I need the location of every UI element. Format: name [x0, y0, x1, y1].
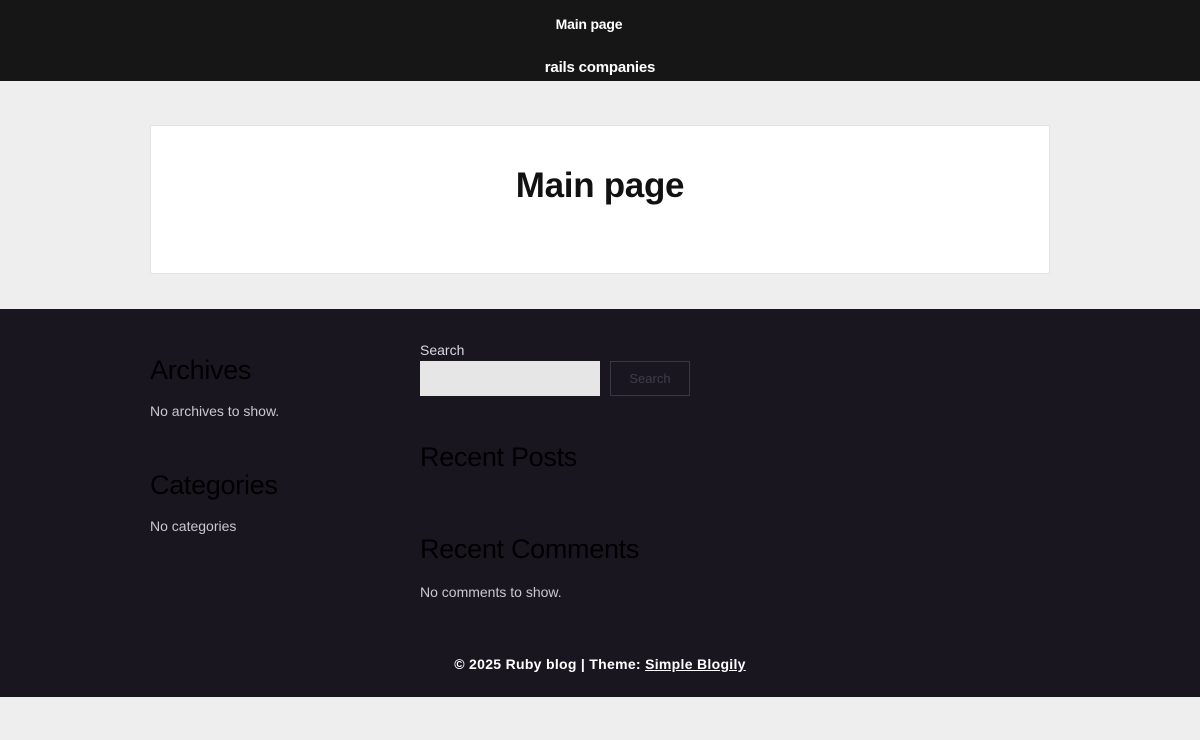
archives-empty-text: No archives to show. — [150, 403, 280, 419]
site-footer: Archives No archives to show. Categories… — [0, 309, 1200, 697]
bottom-strip — [0, 697, 1200, 740]
page-title: Main page — [515, 166, 685, 205]
content-area: Main page — [0, 81, 1200, 309]
footer-credits: © 2025 Ruby blog | Theme: Simple Blogily — [0, 656, 1200, 672]
copyright-text: © 2025 Ruby blog | Theme: — [454, 656, 641, 672]
site-title[interactable]: rails companies — [0, 59, 1200, 76]
search-button[interactable]: Search — [610, 361, 690, 396]
site-header: Main page rails companies — [0, 0, 1200, 81]
search-label: Search — [420, 342, 465, 358]
recent-comments-empty-text: No comments to show. — [420, 584, 562, 600]
recent-posts-title: Recent Posts — [420, 442, 577, 472]
categories-empty-text: No categories — [150, 518, 237, 534]
page-card: Main page — [150, 125, 1050, 274]
theme-link[interactable]: Simple Blogily — [645, 656, 746, 672]
nav-link-main-page[interactable]: Main page — [0, 16, 1178, 32]
archives-title: Archives — [150, 355, 252, 385]
recent-comments-title: Recent Comments — [420, 534, 640, 564]
search-input[interactable] — [420, 361, 600, 396]
categories-title: Categories — [150, 470, 278, 500]
